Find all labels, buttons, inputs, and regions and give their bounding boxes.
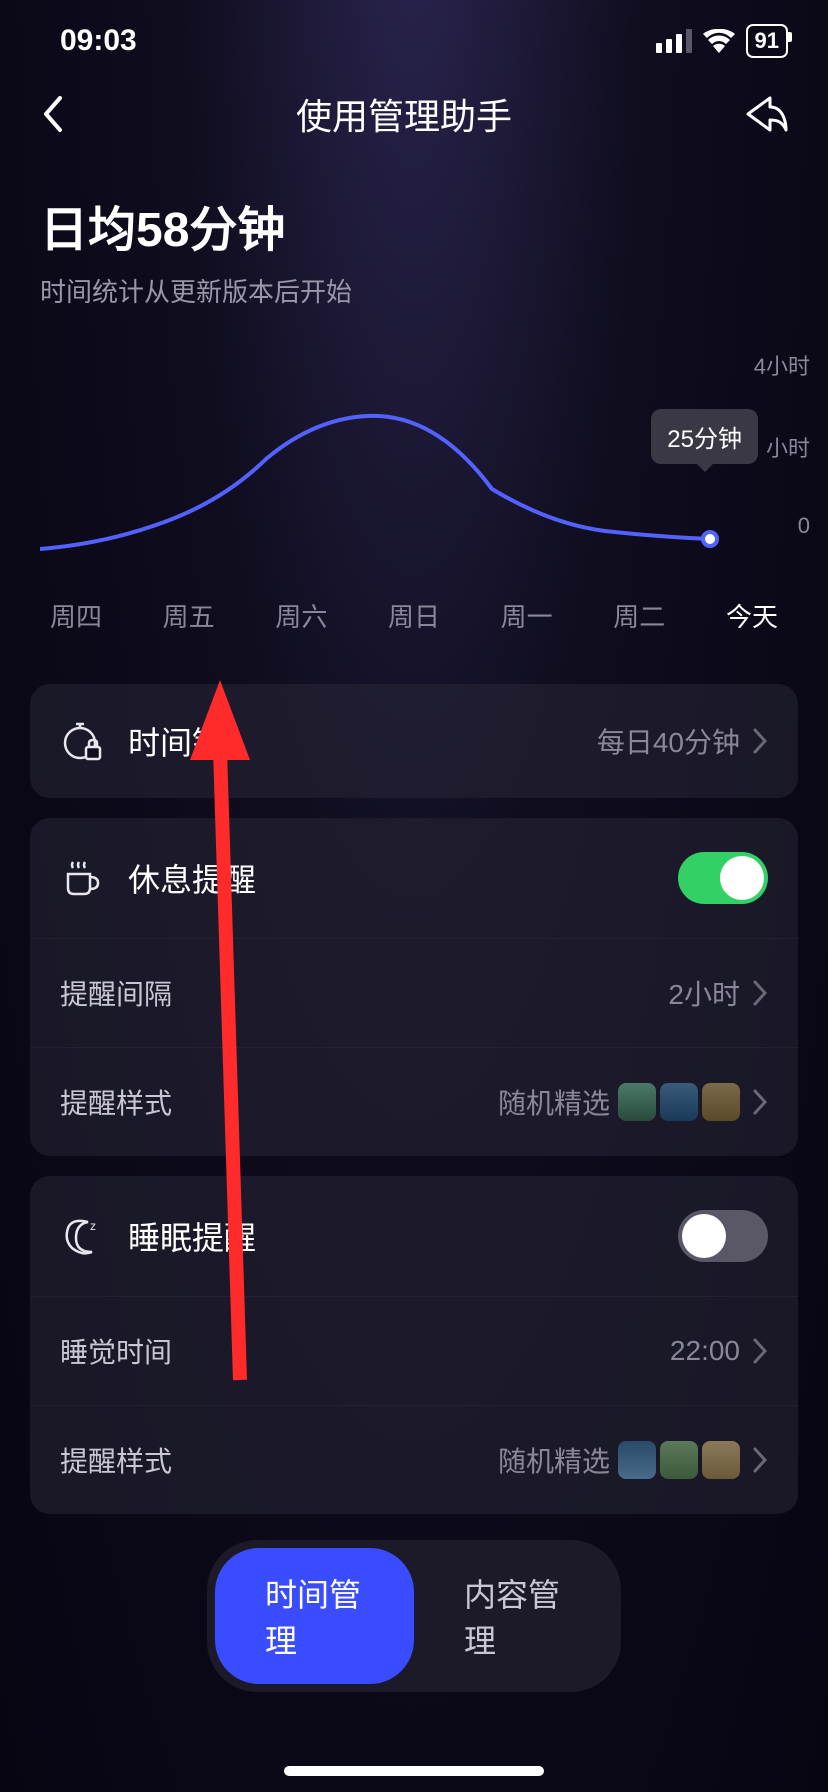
chevron-right-icon — [752, 727, 768, 755]
rest-interval-label: 提醒间隔 — [60, 973, 668, 1013]
sleep-style-row[interactable]: 提醒样式 随机精选 — [30, 1405, 798, 1514]
sleep-time-value: 22:00 — [670, 1335, 740, 1367]
tab-time-management[interactable]: 时间管理 — [215, 1548, 414, 1684]
battery-icon: 91 — [746, 24, 788, 58]
rest-style-label: 提醒样式 — [60, 1082, 498, 1122]
rest-toggle[interactable] — [678, 852, 768, 904]
sleep-card: z 睡眠提醒 睡觉时间 22:00 提醒样式 随机精选 — [30, 1176, 798, 1514]
status-bar: 09:03 91 — [0, 0, 828, 58]
sleep-label: 睡眠提醒 — [128, 1213, 678, 1259]
average-subtitle: 时间统计从更新版本后开始 — [40, 272, 788, 309]
rest-interval-value: 2小时 — [668, 973, 740, 1013]
chevron-right-icon — [752, 979, 768, 1007]
chevron-right-icon — [752, 1446, 768, 1474]
rest-label: 休息提醒 — [128, 855, 678, 901]
x-axis-labels: 周四 周五 周六 周日 周一 周二 今天 — [0, 579, 828, 664]
tab-content-management[interactable]: 内容管理 — [414, 1548, 613, 1684]
chart-tooltip: 25分钟 — [651, 409, 758, 464]
status-time: 09:03 — [60, 24, 137, 58]
rest-style-row[interactable]: 提醒样式 随机精选 — [30, 1047, 798, 1156]
sleep-row: z 睡眠提醒 — [30, 1176, 798, 1296]
sleep-style-thumbs — [618, 1441, 740, 1479]
nav-bar: 使用管理助手 — [0, 58, 828, 160]
average-title: 日均58分钟 — [40, 190, 788, 260]
usage-chart[interactable]: 4小时 小时 0 25分钟 — [0, 319, 828, 579]
rest-style-value: 随机精选 — [498, 1082, 740, 1122]
rest-card: 休息提醒 提醒间隔 2小时 提醒样式 随机精选 — [30, 818, 798, 1156]
timelock-value: 每日40分钟 — [597, 721, 740, 761]
sleep-style-value: 随机精选 — [498, 1440, 740, 1480]
back-button[interactable] — [40, 94, 64, 134]
wifi-icon — [702, 29, 736, 53]
sleep-time-label: 睡觉时间 — [60, 1331, 670, 1371]
share-icon — [744, 94, 788, 134]
chevron-right-icon — [752, 1337, 768, 1365]
rest-interval-row[interactable]: 提醒间隔 2小时 — [30, 938, 798, 1047]
share-button[interactable] — [744, 94, 788, 134]
summary-block: 日均58分钟 时间统计从更新版本后开始 — [0, 160, 828, 319]
rest-row: 休息提醒 — [30, 818, 798, 938]
y-axis-labels: 4小时 小时 0 — [754, 349, 810, 539]
timelock-row[interactable]: 时间锁 每日40分钟 — [30, 684, 798, 798]
cup-icon — [62, 858, 102, 898]
chevron-left-icon — [40, 94, 64, 134]
chevron-right-icon — [752, 1088, 768, 1116]
rest-style-thumbs — [618, 1083, 740, 1121]
chart-line — [40, 359, 720, 559]
page-title: 使用管理助手 — [64, 88, 744, 140]
moon-icon: z — [62, 1216, 102, 1256]
sleep-toggle[interactable] — [678, 1210, 768, 1262]
timelock-card: 时间锁 每日40分钟 — [30, 684, 798, 798]
sleep-time-row[interactable]: 睡觉时间 22:00 — [30, 1296, 798, 1405]
home-indicator[interactable] — [284, 1766, 544, 1776]
signal-icon — [656, 29, 692, 53]
timelock-label: 时间锁 — [128, 718, 597, 764]
svg-text:z: z — [90, 1219, 96, 1233]
bottom-tabs: 时间管理 内容管理 — [207, 1540, 621, 1692]
sleep-style-label: 提醒样式 — [60, 1440, 498, 1480]
status-icons: 91 — [656, 24, 788, 58]
timer-lock-icon — [62, 721, 102, 761]
